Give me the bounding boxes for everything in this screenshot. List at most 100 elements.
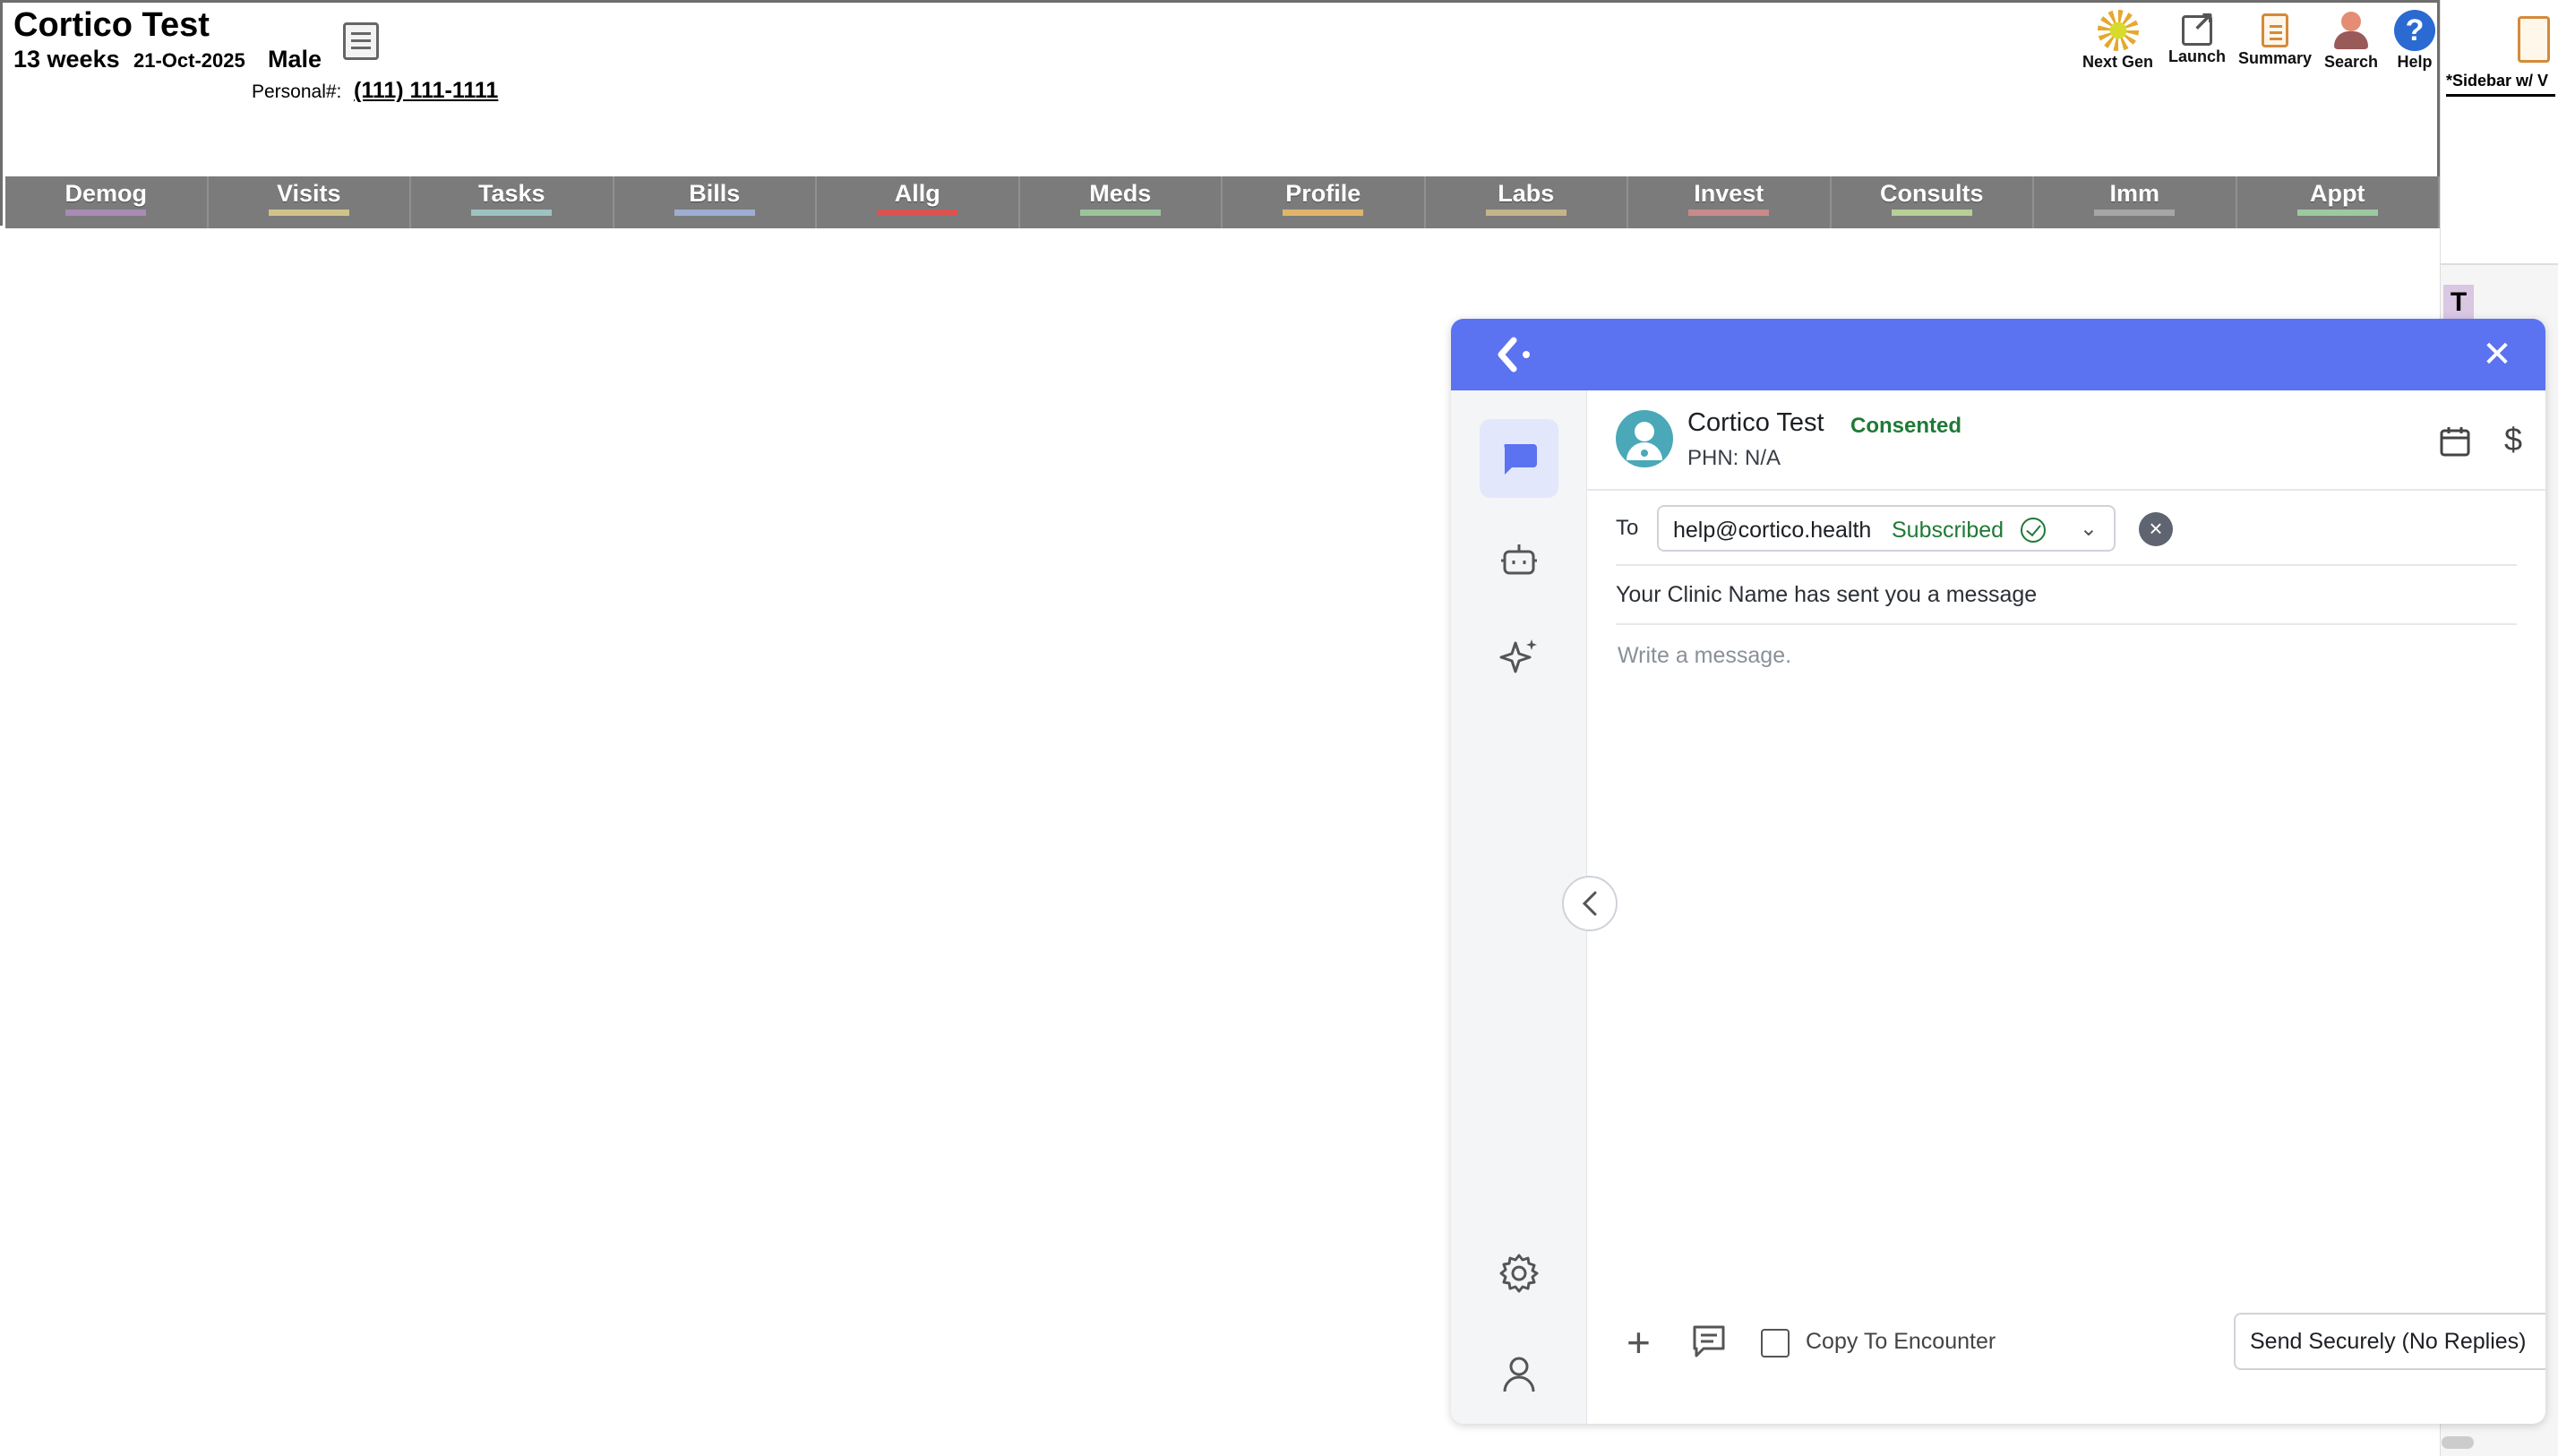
gear-icon xyxy=(1499,1254,1539,1293)
copy-to-encounter-label: Copy To Encounter xyxy=(1806,1329,1996,1354)
tab-meds[interactable]: Meds xyxy=(1020,176,1223,228)
tab-color-bar xyxy=(1485,210,1567,216)
message-subject[interactable]: Your Clinic Name has sent you a message xyxy=(1616,582,2037,608)
summary-button[interactable]: Summary xyxy=(2238,10,2312,68)
sidebar-label[interactable]: *Sidebar w/ V xyxy=(2446,72,2555,97)
launch-label: Launch xyxy=(2168,47,2227,65)
cortico-compose-area: Cortico Test Consented PHN: N/A $ To hel… xyxy=(1587,390,2545,1424)
people-search-icon xyxy=(2331,10,2372,51)
patient-summary-row: Cortico Test Consented PHN: N/A $ xyxy=(1587,390,2545,491)
cortico-messaging-panel: ✕ Cortico Test Consented PHN: N/A $ To h… xyxy=(1451,319,2545,1424)
scrollbar-thumb[interactable] xyxy=(2442,1436,2474,1449)
to-label: To xyxy=(1616,516,1639,540)
chat-icon xyxy=(1504,444,1537,475)
user-icon xyxy=(1503,1357,1535,1392)
cortico-header: ✕ xyxy=(1451,319,2545,390)
tab-label: Invest xyxy=(1694,180,1764,207)
tab-appt[interactable]: Appt xyxy=(2237,176,2440,228)
search-label: Search xyxy=(2324,53,2379,71)
chevron-left-icon xyxy=(1582,891,1597,916)
launch-icon xyxy=(2182,5,2215,46)
send-mode-label: Send Securely (No Replies) xyxy=(2250,1329,2527,1354)
tab-bills[interactable]: Bills xyxy=(614,176,817,228)
tab-label: Visits xyxy=(276,180,341,207)
tab-color-bar xyxy=(674,210,755,216)
profile-button[interactable] xyxy=(1480,1334,1558,1413)
tab-color-bar xyxy=(2094,210,2176,216)
sidebar-tag[interactable]: T xyxy=(2443,285,2474,321)
billing-dollar-icon[interactable]: $ xyxy=(2504,421,2522,458)
help-icon: ? xyxy=(2394,10,2435,51)
ai-tab-button[interactable] xyxy=(1480,618,1558,697)
tab-color-bar xyxy=(1079,210,1161,216)
settings-button[interactable] xyxy=(1480,1234,1558,1313)
patient-age: 13 weeks xyxy=(13,46,120,73)
tab-label: Labs xyxy=(1498,180,1555,207)
copy-to-encounter-checkbox[interactable] xyxy=(1761,1329,1790,1358)
tab-color-bar xyxy=(1688,210,1770,216)
sunflower-icon xyxy=(2097,10,2139,51)
sidebar-clipboard-icon[interactable] xyxy=(2518,16,2550,63)
tab-label: Appt xyxy=(2310,180,2365,207)
tab-color-bar xyxy=(1891,210,1972,216)
tab-demog[interactable]: Demog xyxy=(5,176,209,228)
tab-color-bar xyxy=(877,210,958,216)
patient-avatar-icon xyxy=(1627,422,1662,460)
tab-label: Consults xyxy=(1879,180,1984,207)
patient-dob: 21-Oct-2025 xyxy=(133,49,245,72)
summary-label: Summary xyxy=(2238,49,2313,67)
close-icon[interactable]: ✕ xyxy=(2481,337,2513,373)
tab-label: Demog xyxy=(64,180,147,207)
chat-tab-button[interactable] xyxy=(1480,419,1558,498)
tab-label: Bills xyxy=(689,180,741,207)
cortico-logo-icon xyxy=(1498,337,1530,373)
tab-label: Imm xyxy=(2109,180,2160,207)
launch-button[interactable]: Launch xyxy=(2168,5,2227,66)
avatar xyxy=(1616,410,1673,467)
emr-patient-header: Cortico Test 13 weeks 21-Oct-2025 Male P… xyxy=(0,0,2440,228)
tab-profile[interactable]: Profile xyxy=(1223,176,1426,228)
help-button[interactable]: ? Help xyxy=(2394,10,2435,72)
help-label: Help xyxy=(2397,53,2433,71)
bot-tab-button[interactable] xyxy=(1480,519,1558,598)
check-circle-icon xyxy=(2021,518,2046,543)
personal-number-label: Personal#: xyxy=(252,81,342,102)
clear-recipient-button[interactable]: × xyxy=(2139,512,2173,546)
send-mode-select[interactable]: Send Securely (No Replies) ⌄ xyxy=(2234,1313,2545,1370)
tab-tasks[interactable]: Tasks xyxy=(411,176,614,228)
search-button[interactable]: Search xyxy=(2324,10,2378,72)
robot-icon xyxy=(1501,544,1537,575)
tab-label: Meds xyxy=(1089,180,1152,207)
tab-color-bar xyxy=(1283,210,1364,216)
template-message-icon[interactable] xyxy=(1691,1323,1727,1359)
sidebar-top: *Sidebar w/ V xyxy=(2441,0,2558,265)
patient-name: Cortico Test xyxy=(13,6,210,44)
tab-consults[interactable]: Consults xyxy=(1832,176,2034,228)
message-input[interactable] xyxy=(1616,641,2517,1268)
tab-label: Allg xyxy=(894,180,940,207)
tab-invest[interactable]: Invest xyxy=(1628,176,1832,228)
tab-imm[interactable]: Imm xyxy=(2034,176,2237,228)
tab-allg[interactable]: Allg xyxy=(817,176,1020,228)
recipient-select[interactable]: help@cortico.health Subscribed ⌄ xyxy=(1657,505,2116,552)
patient-record-icon[interactable] xyxy=(343,22,379,60)
tab-color-bar xyxy=(2296,210,2378,216)
collapse-sidebar-button[interactable] xyxy=(1562,876,1618,931)
sparkle-icon xyxy=(1499,639,1537,673)
calendar-icon[interactable] xyxy=(2438,424,2472,458)
tab-visits[interactable]: Visits xyxy=(209,176,411,228)
attach-plus-icon[interactable]: + xyxy=(1627,1322,1651,1363)
recipient-email: help@cortico.health xyxy=(1673,518,1872,543)
patient-phone-link[interactable]: (111) 111-1111 xyxy=(354,78,498,104)
next-gen-button[interactable]: Next Gen xyxy=(2082,10,2153,72)
patient-phn: PHN: N/A xyxy=(1687,446,1781,470)
tab-label: Profile xyxy=(1285,180,1361,207)
subscribed-status: Subscribed xyxy=(1892,518,2004,543)
cortico-patient-name: Cortico Test xyxy=(1687,408,1824,437)
recipient-row: To help@cortico.health Subscribed ⌄ × xyxy=(1616,491,2517,566)
compose-footer: + Copy To Encounter Send Securely (No Re… xyxy=(1587,1289,2545,1424)
subject-row: Your Clinic Name has sent you a message xyxy=(1616,566,2517,625)
chart-nav-tabs: Demog Visits Tasks Bills Allg Meds Profile Labs… xyxy=(5,176,2440,228)
tab-color-bar xyxy=(65,210,147,216)
tab-labs[interactable]: Labs xyxy=(1426,176,1628,228)
